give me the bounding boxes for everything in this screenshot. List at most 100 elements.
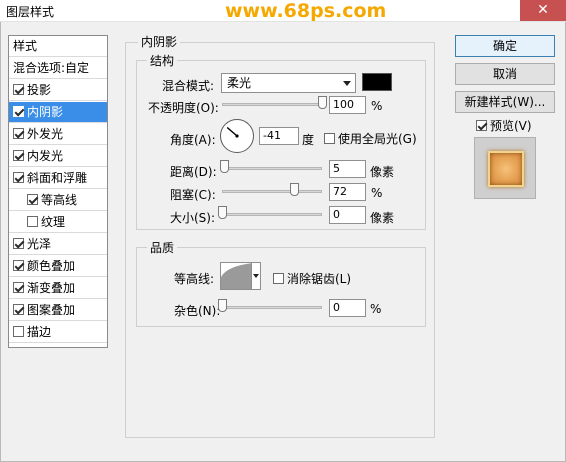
style-list-item[interactable]: 投影 [9,80,107,101]
checkbox-icon[interactable] [13,282,24,293]
close-button[interactable]: ✕ [520,0,566,21]
global-light-label: 使用全局光(G) [338,132,417,146]
style-list-item-label: 光泽 [27,237,52,251]
style-list-item[interactable]: 内发光 [9,146,107,167]
opacity-value: 100 [333,98,354,111]
choke-unit: % [371,186,383,200]
title-bar: 图层样式 www.68ps.com ✕ [0,0,566,22]
checkbox-icon[interactable] [13,260,24,271]
checkbox-icon[interactable] [13,128,24,139]
cancel-button[interactable]: 取消 [455,63,555,85]
checkbox-icon[interactable] [13,304,24,315]
checkbox-icon[interactable] [13,326,24,337]
style-list-item-label: 图案叠加 [27,303,76,317]
checkbox-icon[interactable] [27,216,38,227]
structure-group-title: 结构 [147,52,178,69]
angle-label: 角度(A): [170,133,216,147]
choke-value: 72 [333,185,347,198]
style-list-item[interactable]: 等高线 [9,190,107,211]
size-slider-track[interactable] [222,213,322,216]
blend-mode-value: 柔光 [227,76,252,90]
size-value: 0 [333,208,340,221]
preview-check-icon [476,120,487,131]
anti-alias-label: 消除锯齿(L) [287,272,352,286]
inner-shadow-group-title: 内阴影 [138,33,181,50]
distance-slider-track[interactable] [222,167,322,170]
style-list-item[interactable]: 光泽 [9,234,107,255]
style-list-item[interactable]: 混合选项:自定 [9,58,107,79]
cancel-button-label: 取消 [492,67,517,81]
style-list-item-label: 投影 [27,83,52,97]
preview-tile [488,151,524,187]
style-list-item-label: 外发光 [27,127,64,141]
style-list-item-label: 混合选项:自定 [13,61,90,75]
global-light-check-icon [324,133,335,144]
style-list-item[interactable]: 描边 [9,322,107,343]
style-list-item-label: 渐变叠加 [27,281,76,295]
noise-slider-thumb[interactable] [218,299,227,312]
checkbox-icon[interactable] [13,150,24,161]
checkbox-icon[interactable] [13,84,24,95]
noise-value: 0 [333,301,340,314]
style-list-item-label: 内发光 [27,149,64,163]
checkbox-icon[interactable] [13,172,24,183]
angle-unit: 度 [302,133,315,147]
angle-value: -41 [263,129,281,142]
blend-mode-label: 混合模式: [162,79,215,93]
noise-slider-track[interactable] [222,306,322,309]
global-light-checkbox[interactable]: 使用全局光(G) [324,130,417,147]
distance-unit: 像素 [370,165,395,179]
opacity-slider-track[interactable] [222,103,322,106]
contour-label: 等高线: [174,272,215,286]
style-list-item[interactable]: 内阴影 [9,102,107,123]
style-list-item[interactable]: 图案叠加 [9,300,107,321]
angle-needle-icon [226,126,239,138]
style-list-item-label: 样式 [13,39,38,53]
style-preview-thumbnail [474,137,536,199]
shadow-color-swatch[interactable] [362,73,392,91]
checkbox-icon[interactable] [13,238,24,249]
style-list-item-label: 斜面和浮雕 [27,171,88,185]
opacity-slider-thumb[interactable] [318,96,327,109]
ok-button[interactable]: 确定 [455,35,555,57]
anti-alias-check-icon [273,273,284,284]
size-slider-thumb[interactable] [218,206,227,219]
style-list-item[interactable]: 斜面和浮雕 [9,168,107,189]
style-list-item-label: 描边 [27,325,52,339]
ok-button-label: 确定 [492,39,517,53]
size-input[interactable]: 0 [329,206,366,224]
opacity-unit: % [371,99,383,113]
checkbox-icon[interactable] [13,106,24,117]
style-list-item[interactable]: 样式 [9,36,107,57]
style-list-item-label: 颜色叠加 [27,259,76,273]
style-list-item[interactable]: 纹理 [9,212,107,233]
anti-alias-checkbox[interactable]: 消除锯齿(L) [273,270,351,287]
checkbox-icon[interactable] [27,194,38,205]
choke-slider-track[interactable] [222,190,322,193]
watermark: www.68ps.com [225,0,387,22]
new-style-button[interactable]: 新建样式(W)... [455,91,555,113]
blend-mode-select[interactable]: 柔光 [221,73,356,93]
angle-dial[interactable] [220,119,254,153]
style-list-item[interactable]: 渐变叠加 [9,278,107,299]
quality-group-title: 品质 [147,239,178,256]
distance-slider-thumb[interactable] [220,160,229,173]
style-list-item[interactable]: 外发光 [9,124,107,145]
contour-preview[interactable] [220,262,254,290]
style-list: 样式混合选项:自定投影内阴影外发光内发光斜面和浮雕等高线 纹理光泽颜色叠加渐变叠加… [8,35,108,348]
contour-dropdown[interactable] [251,262,261,290]
noise-input[interactable]: 0 [329,299,366,317]
choke-input[interactable]: 72 [329,183,366,201]
angle-input[interactable]: -41 [259,127,299,145]
chevron-down-icon [343,81,351,86]
chevron-down-icon [253,274,259,278]
opacity-input[interactable]: 100 [329,96,366,114]
distance-value: 5 [333,162,340,175]
distance-input[interactable]: 5 [329,160,366,178]
opacity-label: 不透明度(O): [148,101,219,115]
choke-slider-thumb[interactable] [290,183,299,196]
style-list-item-label: 内阴影 [27,105,64,119]
size-label: 大小(S): [170,211,216,225]
preview-checkbox[interactable]: 预览(V) [476,117,532,134]
style-list-item[interactable]: 颜色叠加 [9,256,107,277]
